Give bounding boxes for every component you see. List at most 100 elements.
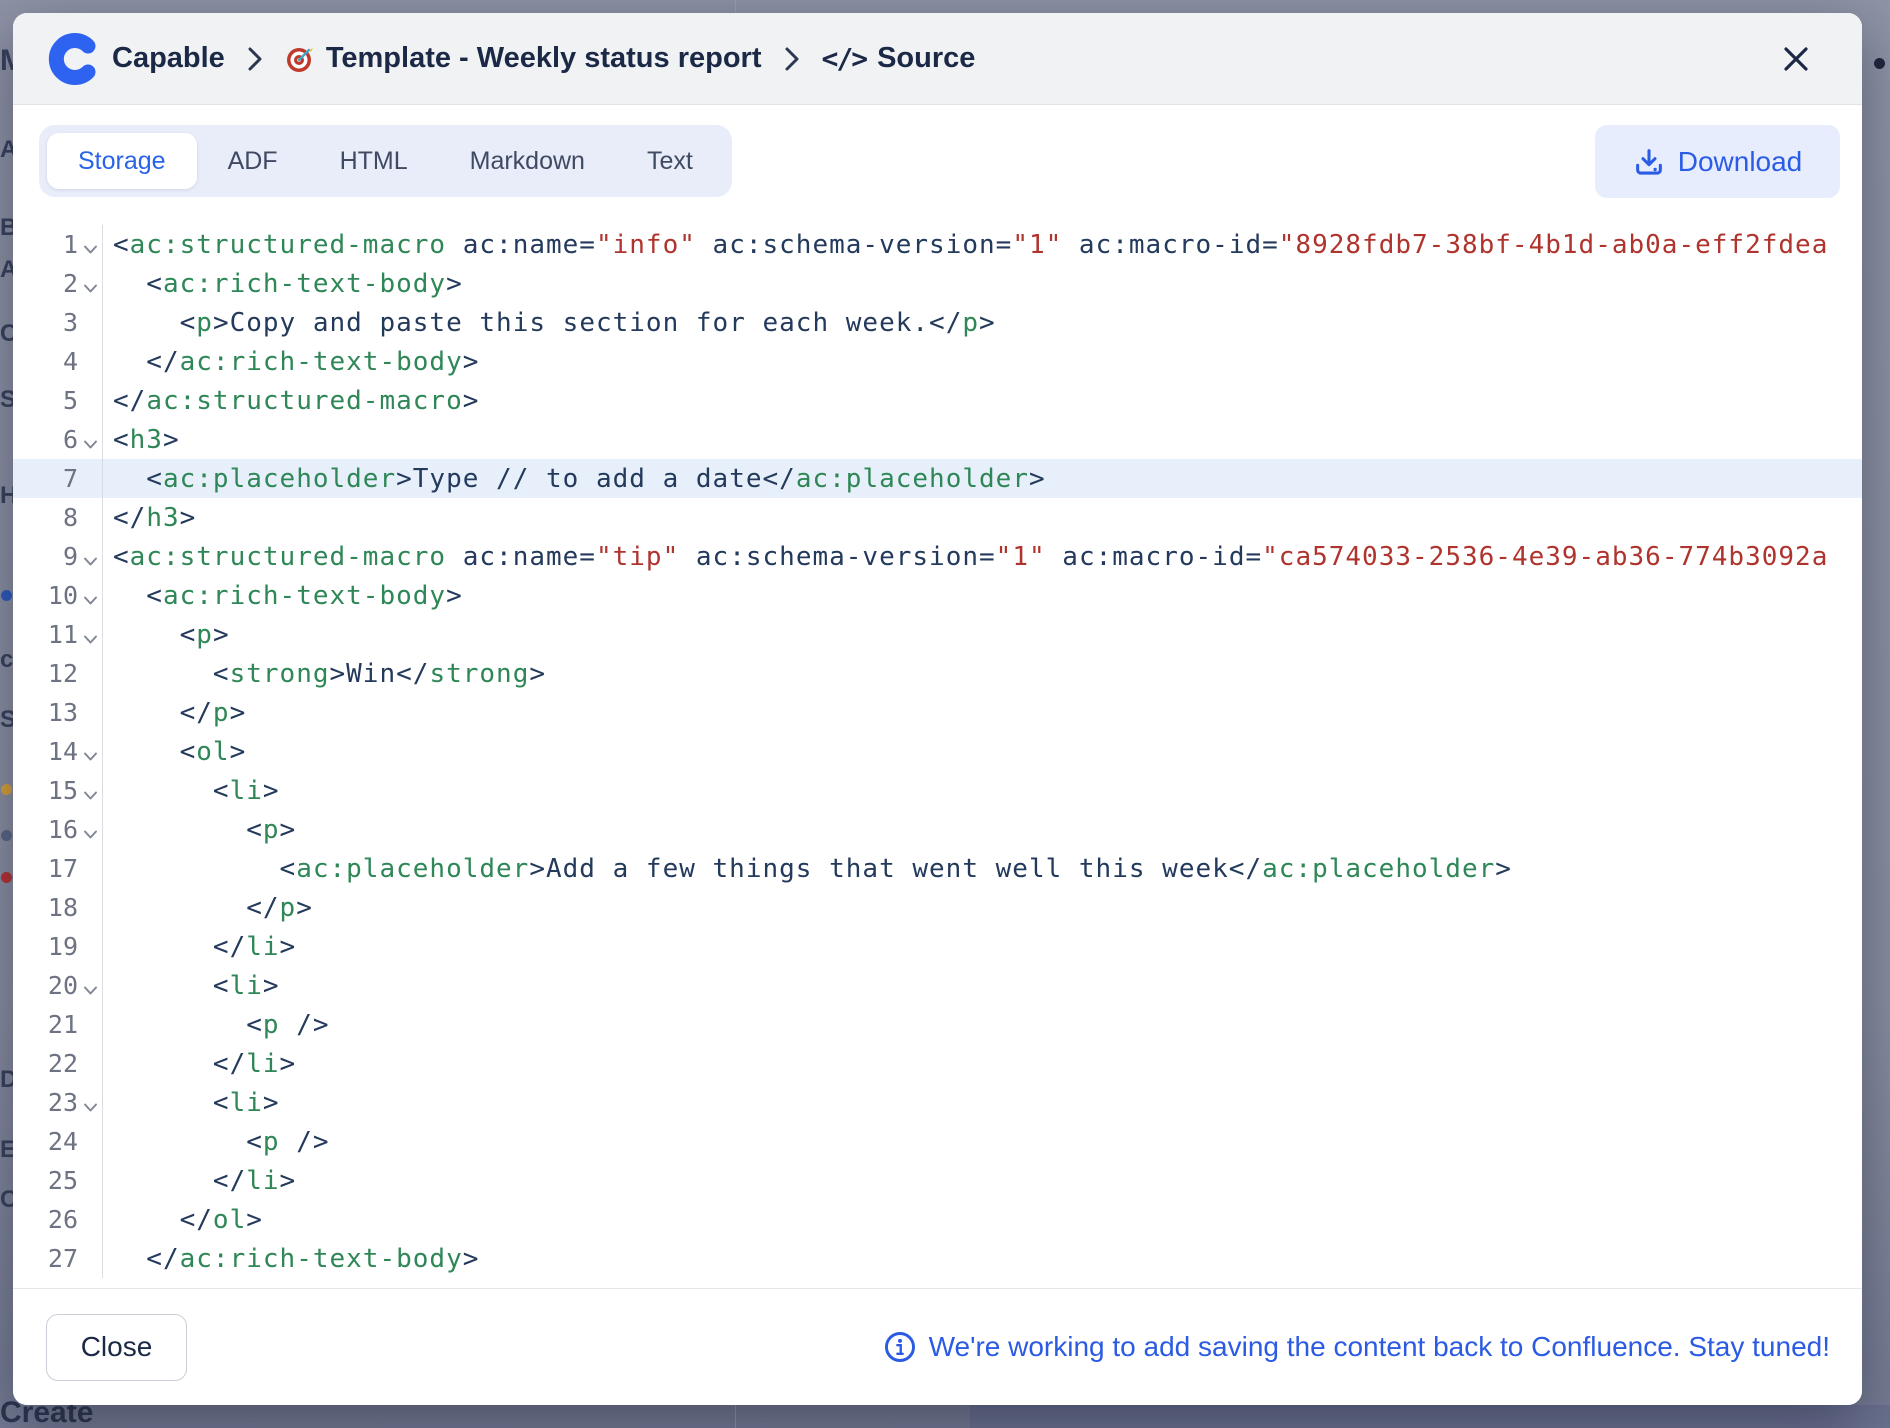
backdrop-text-fragment: M xyxy=(0,44,13,78)
backdrop-text-fragment: De xyxy=(0,1066,13,1094)
code-line[interactable]: 26 </ol> xyxy=(13,1200,1862,1239)
line-number: 1 xyxy=(13,230,78,259)
gutter: 11 xyxy=(13,615,103,654)
code-line[interactable]: 1 <ac:structured-macro ac:name="info" ac:… xyxy=(13,225,1862,264)
tab-text[interactable]: Text xyxy=(616,133,724,189)
line-number: 13 xyxy=(13,698,78,727)
close-icon-button[interactable] xyxy=(1774,37,1818,81)
modal-footer: Close We're working to add saving the co… xyxy=(13,1288,1862,1405)
backdrop-text-fragment: H xyxy=(0,482,13,510)
line-number: 27 xyxy=(13,1244,78,1273)
code-line[interactable]: 24 <p /> xyxy=(13,1122,1862,1161)
code-text: </ac:rich-text-body> xyxy=(103,1244,1862,1274)
close-icon xyxy=(1781,44,1811,74)
code-line[interactable]: 13 </p> xyxy=(13,693,1862,732)
breadcrumb-template[interactable]: Template - Weekly status report xyxy=(326,42,762,75)
line-number: 14 xyxy=(13,737,78,766)
fold-toggle-icon[interactable] xyxy=(78,244,102,255)
gutter: 25 xyxy=(13,1161,103,1200)
gutter: 15 xyxy=(13,771,103,810)
backdrop-text-fragment: Se xyxy=(0,706,13,734)
code-line[interactable]: 22 </li> xyxy=(13,1044,1862,1083)
code-line[interactable]: 8 </h3> xyxy=(13,498,1862,537)
line-number: 6 xyxy=(13,425,78,454)
backdrop-text-fragment: AI xyxy=(0,136,13,164)
code-line[interactable]: 21 <p /> xyxy=(13,1005,1862,1044)
chevron-right-icon xyxy=(784,45,800,73)
gutter: 9 xyxy=(13,537,103,576)
code-line[interactable]: 17 <ac:placeholder>Add a few things that… xyxy=(13,849,1862,888)
backdrop-divider xyxy=(735,0,736,13)
tab-html[interactable]: HTML xyxy=(309,133,439,189)
backdrop-text-fragment: Cr xyxy=(0,1186,13,1214)
code-line[interactable]: 6<h3> xyxy=(13,420,1862,459)
code-line[interactable]: 23 <li> xyxy=(13,1083,1862,1122)
target-icon xyxy=(285,44,315,74)
fold-toggle-icon[interactable] xyxy=(78,283,102,294)
backdrop-text-fragment: Au xyxy=(0,256,13,284)
tab-markdown[interactable]: Markdown xyxy=(439,133,616,189)
code-line[interactable]: 14 <ol> xyxy=(13,732,1862,771)
fold-toggle-icon[interactable] xyxy=(78,751,102,762)
code-line[interactable]: 27 </ac:rich-text-body> xyxy=(13,1239,1862,1278)
gutter: 21 xyxy=(13,1005,103,1044)
code-text: <ac:structured-macro ac:name="tip" ac:sc… xyxy=(103,542,1862,572)
line-number: 4 xyxy=(13,347,78,376)
fold-toggle-icon[interactable] xyxy=(78,985,102,996)
fold-toggle-icon[interactable] xyxy=(78,790,102,801)
tab-storage[interactable]: Storage xyxy=(47,133,197,189)
line-number: 24 xyxy=(13,1127,78,1156)
code-brackets-icon: </> xyxy=(822,42,867,75)
gutter: 14 xyxy=(13,732,103,771)
backdrop-dot xyxy=(1874,58,1885,69)
code-line[interactable]: 19 </li> xyxy=(13,927,1862,966)
code-editor: 1 <ac:structured-macro ac:name="info" ac:… xyxy=(13,222,1862,1288)
code-text: <li> xyxy=(103,776,1862,806)
fold-toggle-icon[interactable] xyxy=(78,439,102,450)
line-number: 23 xyxy=(13,1088,78,1117)
fold-toggle-icon[interactable] xyxy=(78,1102,102,1113)
code-line[interactable]: 18 </p> xyxy=(13,888,1862,927)
code-line[interactable]: 7 <ac:placeholder>Type // to add a date<… xyxy=(13,459,1862,498)
code-line[interactable]: 11 <p> xyxy=(13,615,1862,654)
code-line[interactable]: 12 <strong>Win</strong> xyxy=(13,654,1862,693)
code-text: </li> xyxy=(103,932,1862,962)
fold-toggle-icon[interactable] xyxy=(78,556,102,567)
download-label: Download xyxy=(1678,146,1803,178)
code-line[interactable]: 20 <li> xyxy=(13,966,1862,1005)
gutter: 1 xyxy=(13,225,103,264)
tab-adf[interactable]: ADF xyxy=(197,133,309,189)
close-button[interactable]: Close xyxy=(46,1314,187,1381)
source-viewer-modal: Capable Template - Weekly status report … xyxy=(13,13,1862,1405)
line-number: 17 xyxy=(13,854,78,883)
code-text: </li> xyxy=(103,1049,1862,1079)
code-text: <p>Copy and paste this section for each … xyxy=(103,308,1862,338)
backdrop-text-fragment: co xyxy=(0,646,13,674)
code-line[interactable]: 5</ac:structured-macro> xyxy=(13,381,1862,420)
code-line[interactable]: 2 <ac:rich-text-body> xyxy=(13,264,1862,303)
line-number: 5 xyxy=(13,386,78,415)
breadcrumb-app[interactable]: Capable xyxy=(112,42,225,75)
line-number: 10 xyxy=(13,581,78,610)
code-line[interactable]: 16 <p> xyxy=(13,810,1862,849)
code-line[interactable]: 15 <li> xyxy=(13,771,1862,810)
gutter: 4 xyxy=(13,342,103,381)
gutter: 10 xyxy=(13,576,103,615)
code-text: <ac:structured-macro ac:name="info" ac:s… xyxy=(103,230,1862,260)
line-number: 25 xyxy=(13,1166,78,1195)
gutter: 19 xyxy=(13,927,103,966)
line-number: 2 xyxy=(13,269,78,298)
code-line[interactable]: 4 </ac:rich-text-body> xyxy=(13,342,1862,381)
code-line[interactable]: 10 <ac:rich-text-body> xyxy=(13,576,1862,615)
code-line[interactable]: 3 <p>Copy and paste this section for eac… xyxy=(13,303,1862,342)
code-line[interactable]: 9<ac:structured-macro ac:name="tip" ac:s… xyxy=(13,537,1862,576)
fold-toggle-icon[interactable] xyxy=(78,595,102,606)
code-line[interactable]: 25 </li> xyxy=(13,1161,1862,1200)
code-text: </h3> xyxy=(103,503,1862,533)
backdrop-text-fragment: En xyxy=(0,1136,13,1164)
fold-toggle-icon[interactable] xyxy=(78,634,102,645)
download-button[interactable]: Download xyxy=(1595,125,1840,198)
line-number: 8 xyxy=(13,503,78,532)
gutter: 7 xyxy=(13,459,103,498)
fold-toggle-icon[interactable] xyxy=(78,829,102,840)
